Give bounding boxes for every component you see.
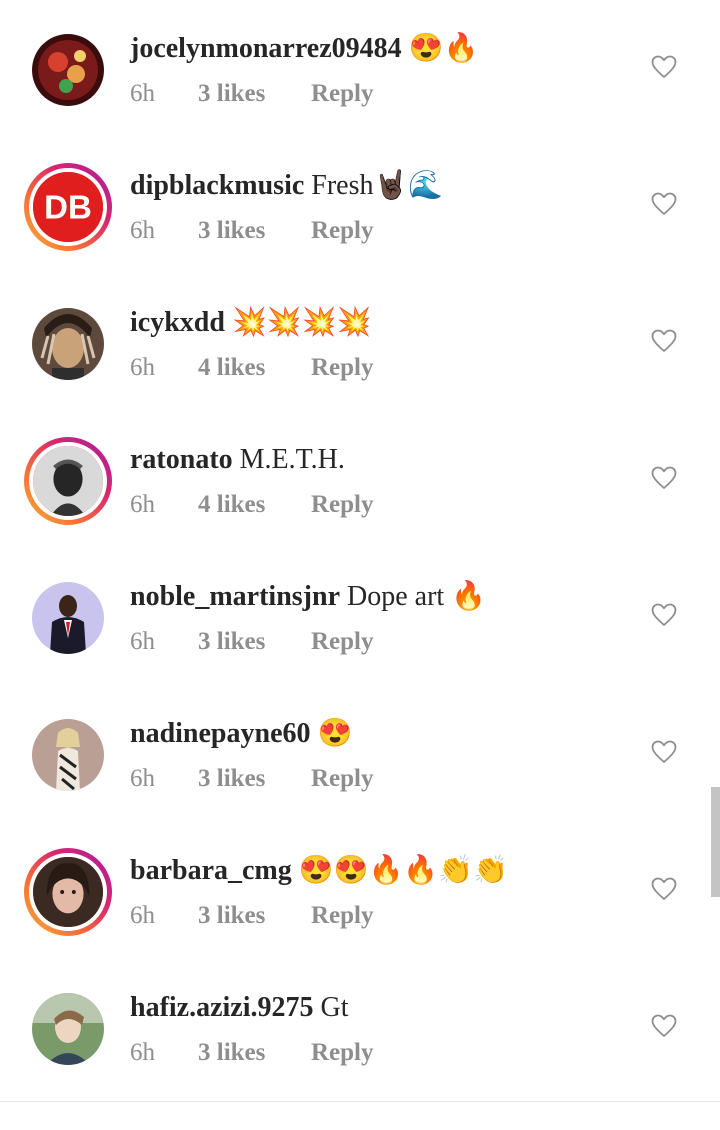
- comment-username[interactable]: icykxdd: [130, 307, 225, 338]
- comment-line: ratonato M.E.T.H.: [130, 443, 630, 477]
- comment-meta: 6h 4 likes Reply: [130, 352, 374, 384]
- comment-meta: 6h 3 likes Reply: [130, 78, 374, 110]
- comment-text: Fresh🤘🏿🌊: [311, 170, 444, 201]
- comment-username[interactable]: nadinepayne60: [130, 718, 311, 749]
- comment-line: icykxdd 💥💥💥💥: [130, 306, 630, 340]
- comment-line: noble_martinsjnr Dope art 🔥: [130, 580, 630, 614]
- comment-username[interactable]: jocelynmonarrez09484: [130, 33, 402, 64]
- comment-item: nadinepayne60 😍 6h 3 likes Reply: [0, 717, 720, 856]
- comment-username[interactable]: ratonato: [130, 444, 233, 475]
- avatar[interactable]: [32, 308, 104, 380]
- comment-username[interactable]: barbara_cmg: [130, 855, 292, 886]
- avatar-image: [29, 442, 107, 520]
- reply-button[interactable]: Reply: [311, 78, 374, 110]
- avatar-image: [32, 719, 104, 791]
- comment-username[interactable]: noble_martinsjnr: [130, 581, 340, 612]
- comment-meta: 6h 3 likes Reply: [130, 763, 374, 795]
- reply-button[interactable]: Reply: [311, 1037, 374, 1069]
- heart-outline-icon[interactable]: [651, 740, 677, 764]
- comment-text: 😍: [317, 718, 353, 749]
- comment-likes[interactable]: 4 likes: [198, 489, 311, 521]
- comment-time: 6h: [130, 217, 155, 244]
- reply-button[interactable]: Reply: [311, 215, 374, 247]
- avatar[interactable]: [32, 993, 104, 1065]
- reply-button[interactable]: Reply: [311, 352, 374, 384]
- comment-item: jocelynmonarrez09484 😍🔥 6h 3 likes Reply: [0, 32, 720, 171]
- comment-meta: 6h 3 likes Reply: [130, 1037, 374, 1069]
- comment-text: M.E.T.H.: [239, 444, 345, 475]
- comment-time: 6h: [130, 1039, 155, 1066]
- comment-meta: 6h 3 likes Reply: [130, 215, 374, 247]
- comment-text: 😍😍🔥🔥👏👏: [298, 855, 508, 886]
- heart-outline-icon[interactable]: [651, 192, 677, 216]
- avatar-image: [32, 34, 104, 106]
- comment-meta: 6h 3 likes Reply: [130, 626, 374, 658]
- reply-button[interactable]: Reply: [311, 626, 374, 658]
- comment-text: Gt: [320, 992, 349, 1023]
- heart-outline-icon[interactable]: [651, 1014, 677, 1038]
- avatar-image: [29, 853, 107, 931]
- comment-likes[interactable]: 3 likes: [198, 215, 311, 247]
- comment-text: 💥💥💥💥: [231, 307, 372, 338]
- comment-likes[interactable]: 4 likes: [198, 352, 311, 384]
- comment-time: 6h: [130, 902, 155, 929]
- heart-outline-icon[interactable]: [651, 877, 677, 901]
- heart-outline-icon[interactable]: [651, 603, 677, 627]
- reply-button[interactable]: Reply: [311, 900, 374, 932]
- avatar[interactable]: [32, 582, 104, 654]
- avatar-image: [32, 582, 104, 654]
- scrollbar-thumb[interactable]: [711, 787, 720, 897]
- heart-outline-icon[interactable]: [651, 466, 677, 490]
- comment-item: hafiz.azizi.9275 Gt 6h 3 likes Reply: [0, 991, 720, 1130]
- comment-item: ratonato M.E.T.H. 6h 4 likes Reply: [0, 437, 720, 582]
- avatar[interactable]: [32, 34, 104, 106]
- comment-username[interactable]: dipblackmusic: [130, 170, 304, 201]
- heart-outline-icon[interactable]: [651, 55, 677, 79]
- comment-likes[interactable]: 3 likes: [198, 900, 311, 932]
- comment-likes[interactable]: 3 likes: [198, 1037, 311, 1069]
- comment-text: 😍🔥: [408, 33, 479, 64]
- comment-line: dipblackmusic Fresh🤘🏿🌊: [130, 169, 630, 203]
- comment-text: Dope art 🔥: [347, 581, 487, 612]
- divider: [0, 1101, 720, 1102]
- avatar-badge: DB: [44, 190, 92, 227]
- comment-time: 6h: [130, 765, 155, 792]
- comment-item: noble_martinsjnr Dope art 🔥 6h 3 likes Rep…: [0, 580, 720, 719]
- comment-likes[interactable]: 3 likes: [198, 78, 311, 110]
- comment-item: barbara_cmg 😍😍🔥🔥👏👏 6h 3 likes Reply: [0, 848, 720, 993]
- reply-button[interactable]: Reply: [311, 489, 374, 521]
- avatar-image: [32, 308, 104, 380]
- comment-line: jocelynmonarrez09484 😍🔥: [130, 32, 630, 66]
- reply-button[interactable]: Reply: [311, 763, 374, 795]
- comment-item: DB dipblackmusic Fresh🤘🏿🌊 6h 3 likes Reply: [0, 163, 720, 308]
- avatar[interactable]: [32, 719, 104, 791]
- avatar[interactable]: [24, 437, 112, 525]
- avatar[interactable]: DB: [24, 163, 112, 251]
- comment-time: 6h: [130, 628, 155, 655]
- comment-meta: 6h 4 likes Reply: [130, 489, 374, 521]
- comment-time: 6h: [130, 354, 155, 381]
- avatar[interactable]: [24, 848, 112, 936]
- avatar-image: DB: [29, 168, 107, 246]
- comment-line: nadinepayne60 😍: [130, 717, 630, 751]
- heart-outline-icon[interactable]: [651, 329, 677, 353]
- comment-line: barbara_cmg 😍😍🔥🔥👏👏: [130, 854, 630, 888]
- comment-likes[interactable]: 3 likes: [198, 763, 311, 795]
- comment-time: 6h: [130, 80, 155, 107]
- comment-likes[interactable]: 3 likes: [198, 626, 311, 658]
- comment-meta: 6h 3 likes Reply: [130, 900, 374, 932]
- comment-time: 6h: [130, 491, 155, 518]
- comment-line: hafiz.azizi.9275 Gt: [130, 991, 630, 1025]
- avatar-image: [32, 993, 104, 1065]
- comment-username[interactable]: hafiz.azizi.9275: [130, 992, 314, 1023]
- comment-item: icykxdd 💥💥💥💥 6h 4 likes Reply: [0, 306, 720, 445]
